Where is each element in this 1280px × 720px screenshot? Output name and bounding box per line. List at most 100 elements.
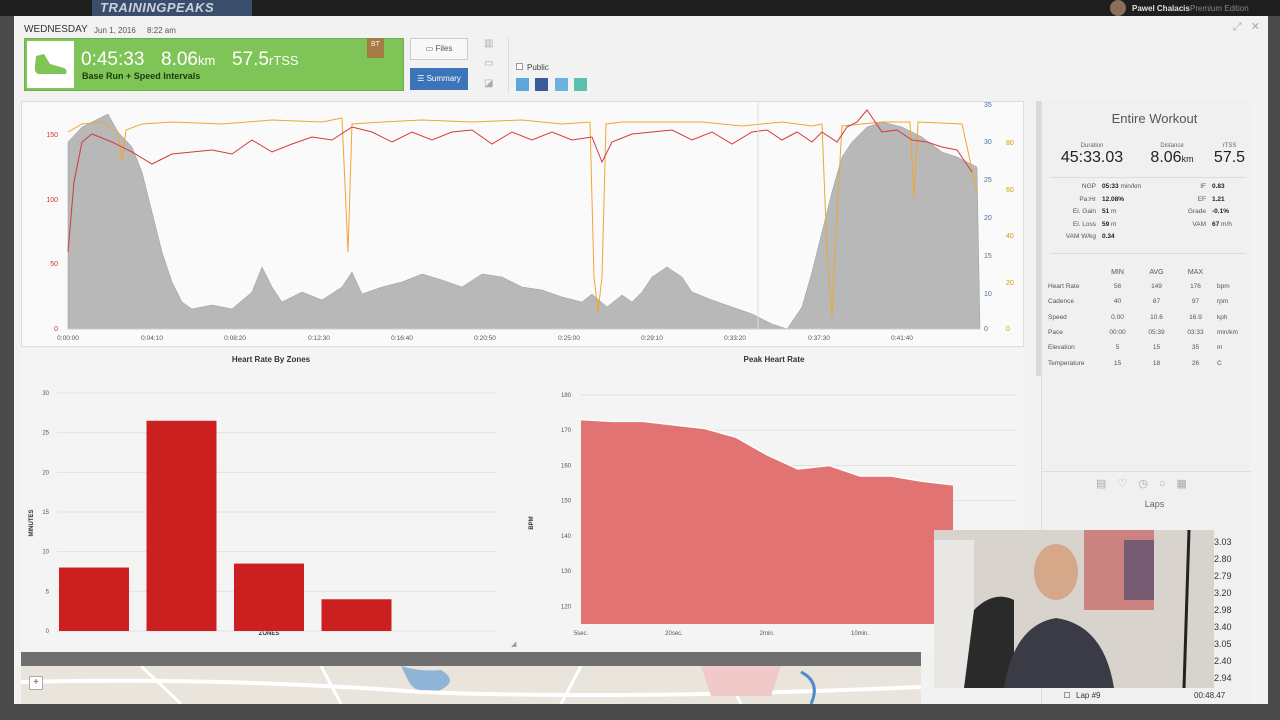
elevation-tick: 25: [984, 177, 992, 184]
zone-bar-1[interactable]: [59, 567, 129, 631]
x-axis-tick: 0:37:30: [808, 335, 830, 342]
x-axis-tick: 0:00:00: [57, 335, 79, 342]
stat-distance: Distance 8.06km: [1150, 143, 1194, 166]
heart-icon[interactable]: ♡: [1117, 478, 1138, 490]
panel-header: Entire Workout: [1111, 111, 1198, 126]
x-axis-tick: 0:29:10: [641, 335, 663, 342]
hr-zones-xlabel: ZONES: [259, 631, 280, 637]
column-header: MIN: [1111, 268, 1124, 276]
stat-row: Cadence 40 87 97 rpm: [1048, 298, 1229, 306]
workout-date: Jun 1, 2016: [94, 26, 136, 35]
lap-value: 2.98: [1214, 605, 1232, 615]
workout-title[interactable]: Base Run + Speed Intervals: [82, 71, 200, 81]
workout-graph[interactable]: 150 100 50 0 35 30 25 20 15 10 0 80 60 4…: [21, 101, 1024, 347]
summary-button[interactable]: ☰ Summary: [410, 68, 468, 90]
email-icon[interactable]: [574, 78, 588, 91]
twitter-icon[interactable]: [516, 78, 529, 91]
user-avatar[interactable]: [1110, 0, 1126, 16]
lap-value: 3.03: [1214, 537, 1232, 547]
lap-value: 2.79: [1214, 571, 1232, 581]
x-axis-tick: 0:41:40: [891, 335, 913, 342]
right-axis-cadence: 80 60 40 20 0: [1006, 140, 1014, 333]
y-axis-tick: 170: [561, 428, 572, 434]
x-axis-tick: 0:20:50: [474, 335, 496, 342]
app-topbar: TRAININGPEAKS Pawel Chalacis Premium Edi…: [0, 0, 1280, 16]
bt-badge: BT: [367, 38, 384, 58]
elevation-area: [67, 113, 981, 330]
elevation-tick: 30: [984, 139, 992, 146]
hr-zones-ylabel: MINUTES: [29, 510, 35, 537]
cadence-tick: 60: [1006, 187, 1014, 194]
peak-hr-ylabel: BPM: [529, 516, 535, 529]
cadence-tick: 80: [1006, 140, 1014, 147]
stat-row: Elevation 5 15 35 m: [1048, 344, 1223, 352]
bar-chart-icon[interactable]: ▥: [484, 38, 498, 50]
webcam-overlay: [934, 530, 1214, 688]
y-axis-tick: 120: [561, 604, 572, 610]
peak-hr-area[interactable]: [581, 419, 953, 624]
metric-vam: VAM 67 m/h: [1192, 220, 1232, 228]
resize-handle-icon[interactable]: ◢: [511, 640, 516, 648]
lap-value: 3.05: [1214, 639, 1232, 649]
lap-value: 3.20: [1214, 588, 1232, 598]
stat-row: Speed 0.00 10.6 16.9 kph: [1048, 313, 1228, 321]
y-axis-tick: 15: [42, 510, 49, 516]
files-button[interactable]: ▭ Files: [410, 38, 468, 60]
y-axis-tick: 140: [561, 534, 572, 540]
circle-icon[interactable]: ○: [1159, 478, 1177, 490]
metric-ef: EF 1.21: [1197, 195, 1225, 203]
public-checkbox[interactable]: Public: [516, 63, 549, 72]
zoom-in-button[interactable]: +: [29, 676, 43, 690]
zone-bar-3[interactable]: [234, 563, 304, 631]
stat-row: Pace 00:00 05:39 03:33 min/km: [1048, 329, 1238, 337]
close-icon[interactable]: ✕: [1251, 21, 1260, 33]
stat-row: Temperature 15 18 26 C: [1048, 359, 1222, 367]
area-chart-icon[interactable]: ◪: [484, 78, 498, 90]
x-axis-tick: 10min.: [851, 631, 869, 637]
y-axis-tick: 180: [561, 393, 572, 399]
notes-icon[interactable]: ▤: [1096, 478, 1117, 490]
cadence-tick: 0: [1006, 326, 1010, 333]
lap-value: 2.40: [1214, 656, 1232, 666]
cadence-tick: 40: [1006, 233, 1014, 240]
y-axis-tick: 30: [42, 391, 49, 397]
elevation-tick: 10: [984, 291, 992, 298]
x-axis-tick: 2min.: [760, 631, 775, 637]
cadence-tick: 20: [1006, 280, 1014, 287]
left-axis: 150 100 50 0: [46, 132, 58, 333]
lap-value: 3.40: [1214, 622, 1232, 632]
zone-bar-4[interactable]: [321, 599, 392, 631]
user-name[interactable]: Pawel Chalacis: [1132, 4, 1190, 13]
metric-vam-w-kg: VAM W/kg 0.34: [1065, 233, 1115, 241]
y-axis-tick: 20: [42, 470, 49, 476]
comment-icon[interactable]: ▭: [484, 58, 498, 70]
peak-hr-title: Peak Heart Rate: [744, 355, 805, 364]
calendar-icon[interactable]: ▦: [1177, 478, 1198, 490]
workout-day: WEDNESDAY: [24, 24, 88, 35]
x-axis-tick: 0:08:20: [224, 335, 246, 342]
x-axis-tick: 0:16:40: [391, 335, 413, 342]
facebook-icon[interactable]: [535, 78, 549, 91]
map-toolbar: [21, 652, 921, 666]
workout-time: 8:22 am: [147, 26, 176, 35]
link-icon[interactable]: [554, 78, 568, 91]
stat-tss: rTSS 57.5: [1213, 143, 1246, 166]
lap-value: 2.94: [1214, 673, 1232, 683]
y-axis-tick: 10: [42, 550, 49, 556]
hr-zones-chart: Heart Rate By Zones MINUTES ZONES 30 25 20…: [29, 355, 496, 637]
app-logo: TRAININGPEAKS: [92, 0, 252, 16]
zone-bar-2[interactable]: [146, 420, 217, 631]
duration-value: 0:45:33: [81, 49, 145, 70]
left-axis-tick: 0: [54, 326, 58, 333]
lap-row[interactable]: Lap #9 00:48.47: [1064, 691, 1234, 700]
elevation-tick: 35: [984, 102, 992, 109]
expand-icon[interactable]: ⤢: [1233, 21, 1242, 33]
elevation-tick: 20: [984, 215, 992, 222]
y-axis-tick: 5: [46, 589, 50, 595]
lap-value: 2.80: [1214, 554, 1232, 564]
clock-icon[interactable]: ◷: [1138, 478, 1159, 490]
edition-label: Premium Edition: [1190, 4, 1249, 13]
workout-summary-banner: 0:45:33 8.06km 57.5rTSS Base Run + Speed…: [24, 38, 404, 91]
stat-duration: Duration 45:33.03: [1060, 143, 1124, 166]
lower-charts: Heart Rate By Zones MINUTES ZONES 30 25 20…: [21, 348, 1024, 651]
